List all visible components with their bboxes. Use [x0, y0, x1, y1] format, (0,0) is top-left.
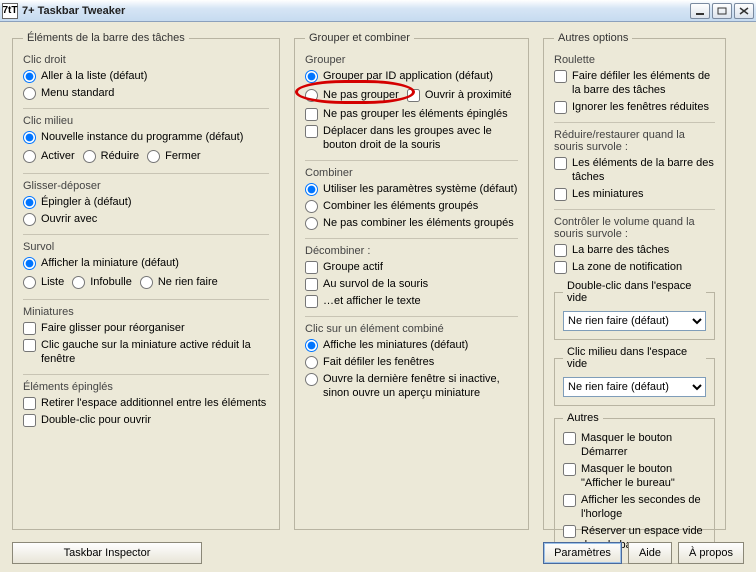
hv-thumb-radio[interactable]: Afficher la miniature (défaut) — [23, 256, 269, 270]
vh-taskbar-check[interactable]: La barre des tâches — [554, 243, 715, 257]
decombine-label: Décombiner : — [305, 245, 518, 257]
help-button[interactable]: Aide — [628, 542, 672, 564]
group-combine-legend: Grouper et combiner — [305, 32, 414, 44]
group-label: Grouper — [305, 54, 518, 66]
dbl-click-group: Double-clic dans l'espace vide Ne rien f… — [554, 280, 715, 340]
mh-items-check[interactable]: Les éléments de la barre des tâches — [554, 156, 715, 184]
dbl-click-select[interactable]: Ne rien faire (défaut) — [563, 311, 706, 331]
thumbnails-label: Miniatures — [23, 306, 269, 318]
ot-hide-desktop-check[interactable]: Masquer le bouton "Afficher le bureau" — [563, 462, 706, 490]
grp-rdrag-check[interactable]: Déplacer dans les groupes avec le bouton… — [305, 124, 518, 152]
dc-hover-check[interactable]: Au survol de la souris — [305, 277, 518, 291]
app-icon: 7tT — [2, 3, 18, 19]
other-options-legend: Autres options — [554, 32, 632, 44]
dd-open-radio[interactable]: Ouvrir avec — [23, 212, 269, 226]
hv-nothing-radio[interactable]: Ne rien faire — [140, 275, 218, 289]
minhover-label: Réduire/restaurer quand la souris survol… — [554, 129, 715, 153]
taskbar-inspector-button[interactable]: Taskbar Inspector — [12, 542, 202, 564]
close-button[interactable] — [734, 3, 754, 19]
other-options-group: Autres options Roulette Faire défiler le… — [543, 32, 726, 530]
titlebar: 7tT 7+ Taskbar Tweaker — [0, 0, 756, 22]
grp-open-near-check[interactable]: Ouvrir à proximité — [407, 88, 512, 102]
mc-minimize-radio[interactable]: Réduire — [83, 149, 140, 163]
window-controls — [690, 3, 754, 19]
pin-gap-check[interactable]: Retirer l'espace additionnel entre les é… — [23, 396, 269, 410]
grp-none-radio[interactable]: Ne pas grouper — [305, 88, 399, 102]
pinned-label: Éléments épinglés — [23, 381, 269, 393]
wheel-label: Roulette — [554, 54, 715, 66]
maximize-button[interactable] — [712, 3, 732, 19]
mid-click-group: Clic milieu dans l'espace vide Ne rien f… — [554, 346, 715, 406]
vh-tray-check[interactable]: La zone de notification — [554, 260, 715, 274]
cc-last-radio[interactable]: Ouvre la dernière fenêtre si inactive, s… — [305, 372, 518, 400]
th-drag-check[interactable]: Faire glisser pour réorganiser — [23, 321, 269, 335]
hover-label: Survol — [23, 241, 269, 253]
wh-cycle-check[interactable]: Faire défiler les éléments de la barre d… — [554, 69, 715, 97]
minimize-button[interactable] — [690, 3, 710, 19]
mh-thumbs-check[interactable]: Les miniatures — [554, 187, 715, 201]
mc-new-radio[interactable]: Nouvelle instance du programme (défaut) — [23, 130, 269, 144]
mid-click-select[interactable]: Ne rien faire (défaut) — [563, 377, 706, 397]
drag-drop-label: Glisser-déposer — [23, 180, 269, 192]
rc-jumplist-radio[interactable]: Aller à la liste (défaut) — [23, 69, 269, 83]
right-click-label: Clic droit — [23, 54, 269, 66]
cc-cycle-radio[interactable]: Fait défiler les fenêtres — [305, 355, 518, 369]
about-button[interactable]: À propos — [678, 542, 744, 564]
mc-close-radio[interactable]: Fermer — [147, 149, 200, 163]
th-lclick-check[interactable]: Clic gauche sur la miniature active rédu… — [23, 338, 269, 366]
combined-click-label: Clic sur un élément combiné — [305, 323, 518, 335]
cb-grouped-radio[interactable]: Combiner les éléments groupés — [305, 199, 518, 213]
taskbar-items-legend: Éléments de la barre des tâches — [23, 32, 189, 44]
group-combine-group: Grouper et combiner Grouper Grouper par … — [294, 32, 529, 530]
ot-seconds-check[interactable]: Afficher les secondes de l'horloge — [563, 493, 706, 521]
button-bar: Taskbar Inspector Paramètres Aide À prop… — [12, 542, 744, 564]
dc-active-check[interactable]: Groupe actif — [305, 260, 518, 274]
grp-pinned-check[interactable]: Ne pas grouper les éléments épinglés — [305, 107, 518, 121]
middle-click-label: Clic milieu — [23, 115, 269, 127]
settings-button[interactable]: Paramètres — [543, 542, 622, 564]
mc-activate-radio[interactable]: Activer — [23, 149, 75, 163]
rc-standard-radio[interactable]: Menu standard — [23, 86, 269, 100]
grp-appid-radio[interactable]: Grouper par ID application (défaut) — [305, 69, 518, 83]
combine-label: Combiner — [305, 167, 518, 179]
hv-list-radio[interactable]: Liste — [23, 275, 64, 289]
cc-thumb-radio[interactable]: Affiche les miniatures (défaut) — [305, 338, 518, 352]
pin-dbl-check[interactable]: Double-clic pour ouvrir — [23, 413, 269, 427]
cb-sys-radio[interactable]: Utiliser les paramètres système (défaut) — [305, 182, 518, 196]
window-title: 7+ Taskbar Tweaker — [22, 5, 690, 17]
volhover-label: Contrôler le volume quand la souris surv… — [554, 216, 715, 240]
wh-skip-check[interactable]: Ignorer les fenêtres réduites — [554, 100, 715, 114]
mid-click-legend: Clic milieu dans l'espace vide — [563, 346, 706, 370]
dd-pin-radio[interactable]: Épingler à (défaut) — [23, 195, 269, 209]
dbl-click-legend: Double-clic dans l'espace vide — [563, 280, 706, 304]
ot-hide-start-check[interactable]: Masquer le bouton Démarrer — [563, 431, 706, 459]
taskbar-items-group: Éléments de la barre des tâches Clic dro… — [12, 32, 280, 530]
cb-none-radio[interactable]: Ne pas combiner les éléments groupés — [305, 216, 518, 230]
dc-show-text-check[interactable]: …et afficher le texte — [305, 294, 518, 308]
others-legend: Autres — [563, 412, 603, 424]
hv-tip-radio[interactable]: Infobulle — [72, 275, 132, 289]
